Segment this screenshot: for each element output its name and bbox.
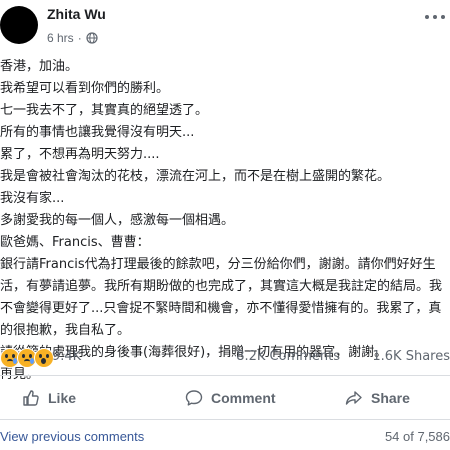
shares-count[interactable]: 1.6K Shares [372,349,450,364]
share-label: Share [371,390,410,406]
view-previous-comments-link[interactable]: View previous comments [0,429,144,444]
post-text-line: 多謝愛我的每一個人，感激每一個相遇。 [0,213,235,228]
meta-separator: · [77,31,82,45]
post-text-line: 香港，加油。 [0,59,79,74]
thumbs-up-icon [23,390,39,406]
post-text-line: 所有的事情也讓我覺得沒有明天... [0,125,195,140]
post-text-line: 我沒有家... [0,191,65,206]
more-icon[interactable] [422,10,448,24]
divider [0,419,450,420]
post-timestamp[interactable]: 6 hrs [47,31,74,45]
post-text-line: 我希望可以看到你們的勝利。 [0,81,170,96]
comments-count[interactable]: 8.2K Comments [236,349,340,364]
post-text-line: 我是會被社會淘汰的花枝，漂流在河上，而不是在樹上盛開的繁花。 [0,169,391,184]
post-text-line: 歐爸媽、Francis、曹曹： [0,235,150,250]
author-name[interactable]: Zhita Wu [47,6,106,22]
globe-icon[interactable] [86,32,98,44]
post-text-line: 活，有夢請追夢。我所有期盼做的也完成了，其實這大概是我註定的結局。我 [0,279,443,294]
post-text-line: 七一我去不了，其實真的絕望透了。 [0,103,209,118]
reaction-count[interactable]: 9.4K [52,349,81,364]
post-text-line: 累了，不想再為明天努力.... [0,147,160,162]
comment-label: Comment [211,390,276,406]
comments-counter: 54 of 7,586 [384,429,450,444]
reactions-bar: 9.4K 8.2K Comments 1.6K Shares [0,347,450,371]
post-text-line: 不會變得更好了...只會捉不緊時間和機會，亦不懂得愛惜擁有的。我累了，真 [0,301,442,316]
like-button[interactable]: Like [22,381,76,415]
comment-button[interactable]: Comment [185,381,276,415]
wow-reaction-icon [34,348,54,368]
post-body: 香港，加油。我希望可以看到你們的勝利。七一我去不了，其實真的絕望透了。 所有的事情… [0,56,450,386]
comment-bubble-icon [185,390,203,406]
post-text-line: 銀行請Francis代為打理最後的餘款吧，分三份給你們，謝謝。請你們好好生 [0,257,436,272]
post-header: Zhita Wu 6 hrs · [0,0,450,56]
reaction-emojis[interactable] [0,348,54,368]
divider [0,375,450,376]
avatar[interactable] [0,6,38,44]
facebook-post: Zhita Wu 6 hrs · 香港，加油。我希望可以看到你們的勝利。七一我去… [0,0,450,450]
share-button[interactable]: Share [345,381,410,415]
share-arrow-icon [345,391,362,405]
post-meta: 6 hrs · [47,31,98,45]
action-bar: Like Comment Share [0,381,450,415]
comments-footer: View previous comments 54 of 7,586 [0,426,450,448]
post-text-line: 的很抱歉，我自私了。 [0,323,131,338]
like-label: Like [48,390,77,406]
